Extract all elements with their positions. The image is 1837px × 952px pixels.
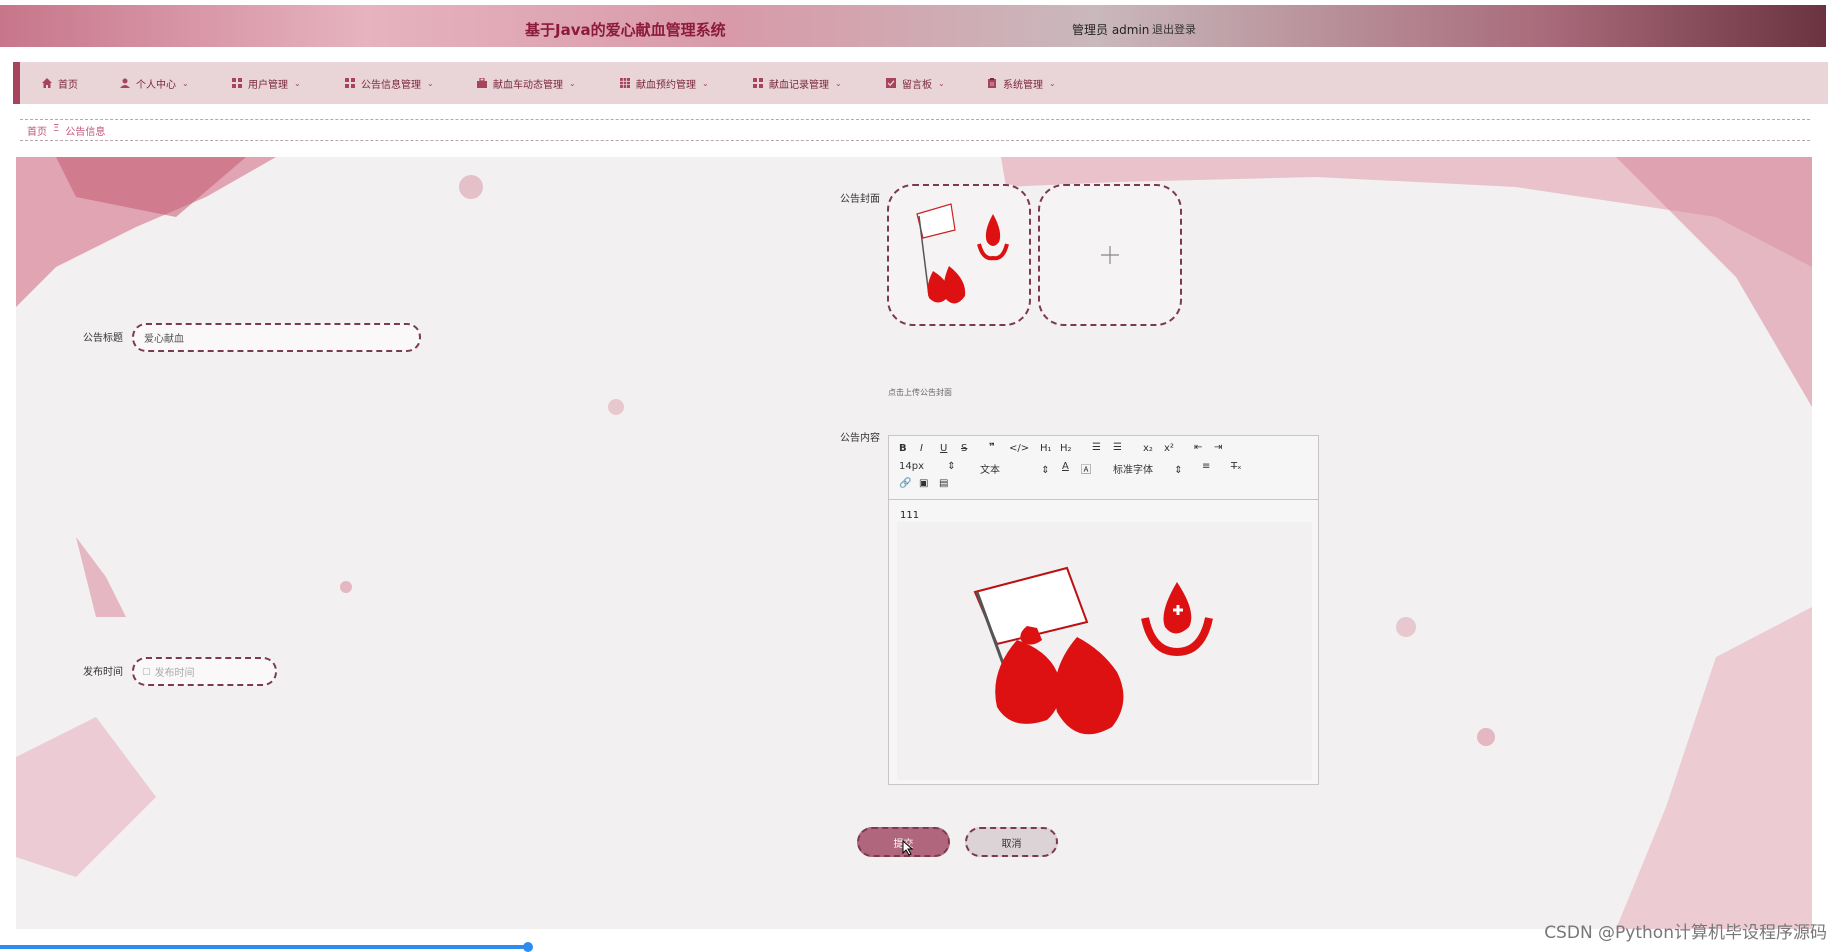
clear-format-icon[interactable]: T̶ₓ — [1231, 461, 1242, 472]
cover-image-thumbnail[interactable] — [887, 184, 1031, 326]
editor-toolbar: B I U S ❞ </> H₁ H₂ ☰ ☰ x₂ x² ⇤ ⇥ 14px ⇕… — [889, 436, 1318, 500]
plus-icon — [1101, 246, 1119, 264]
app-title: 基于Java的爱心献血管理系统 — [525, 21, 726, 39]
blood-donation-mascot-image — [897, 522, 1312, 780]
csdn-watermark: CSDN @Python计算机毕设程序源码 — [1544, 923, 1827, 943]
chevron-down-icon: ⌄ — [702, 78, 709, 88]
blood-donation-mascot-image — [916, 203, 1009, 304]
nav-item-label: 公告信息管理 — [361, 79, 421, 91]
current-user: 管理员 admin — [1072, 23, 1150, 37]
nav-item-records[interactable]: 献血记录管理 ⌄ — [753, 62, 842, 104]
editor-content[interactable]: 111 — [889, 500, 1318, 784]
grid-icon — [345, 78, 355, 88]
nav-item-label: 献血记录管理 — [769, 79, 829, 91]
image-icon[interactable]: ▣ — [919, 478, 928, 489]
calendar-icon: ▢ — [142, 666, 151, 677]
nav-item-label: 个人中心 — [136, 79, 176, 91]
select-arrows-icon: ⇕ — [1041, 465, 1050, 476]
nav-item-label: 留言板 — [902, 79, 932, 91]
grid-icon — [232, 78, 242, 88]
video-progress-bar[interactable] — [0, 945, 530, 949]
title-label: 公告标题 — [83, 333, 123, 344]
content-label: 公告内容 — [840, 433, 880, 444]
heading2-icon[interactable]: H₂ — [1060, 443, 1072, 454]
nav-item-blood-vehicle[interactable]: 献血车动态管理 ⌄ — [477, 62, 576, 104]
strikethrough-icon[interactable]: S — [961, 443, 967, 454]
cover-upload-button[interactable] — [1038, 184, 1182, 326]
ordered-list-icon[interactable]: ☰ — [1092, 442, 1101, 453]
select-arrows-icon: ⇕ — [1174, 465, 1183, 476]
publish-time-label: 发布时间 — [83, 667, 123, 678]
background-color-icon[interactable]: 🄰 — [1081, 461, 1091, 476]
font-size-select[interactable]: 14px ⇕ — [899, 461, 956, 472]
italic-icon[interactable]: I — [920, 443, 923, 454]
editor-text: 111 — [900, 510, 920, 521]
nav-item-profile[interactable]: 个人中心 ⌄ — [120, 62, 189, 104]
heading1-icon[interactable]: H₁ — [1040, 443, 1052, 454]
font-family-select[interactable]: 标准字体 ⇕ — [1113, 461, 1183, 476]
bullet-list-icon[interactable]: ☰ — [1113, 442, 1122, 453]
cover-label: 公告封面 — [840, 194, 880, 205]
nav-item-label: 系统管理 — [1003, 79, 1043, 91]
check-icon — [886, 78, 896, 88]
breadcrumb-separator: Ξ — [53, 123, 60, 134]
breadcrumb-current: 公告信息 — [65, 127, 106, 138]
nav-item-label: 献血车动态管理 — [493, 79, 563, 91]
cancel-button[interactable]: 取消 — [965, 827, 1058, 857]
paragraph-select[interactable]: 文本 ⇕ — [980, 461, 1050, 476]
chevron-down-icon: ⌄ — [427, 78, 434, 88]
align-icon[interactable]: ≡ — [1202, 461, 1210, 472]
clipboard-icon — [987, 78, 997, 88]
title-input[interactable] — [132, 323, 421, 352]
nav-item-messages[interactable]: 留言板 ⌄ — [886, 62, 945, 104]
chevron-down-icon: ⌄ — [294, 78, 301, 88]
cover-upload-hint: 点击上传公告封面 — [888, 388, 952, 397]
home-icon — [42, 78, 52, 88]
nav-item-notices[interactable]: 公告信息管理 ⌄ — [345, 62, 434, 104]
breadcrumb-home[interactable]: 首页 — [27, 123, 47, 138]
chevron-down-icon: ⌄ — [1049, 78, 1056, 88]
nav-item-system[interactable]: 系统管理 ⌄ — [987, 62, 1056, 104]
nav-item-home[interactable]: 首页 — [42, 62, 78, 104]
mouse-cursor-icon — [902, 840, 914, 856]
table-icon — [620, 78, 630, 88]
chevron-down-icon: ⌄ — [182, 78, 189, 88]
select-arrows-icon: ⇕ — [947, 461, 956, 472]
logout-link[interactable]: 退出登录 — [1152, 21, 1196, 37]
underline-icon[interactable]: U — [940, 443, 947, 454]
nav-item-label: 献血预约管理 — [636, 79, 696, 91]
breadcrumb: 首页 Ξ 公告信息 — [20, 119, 1810, 141]
bold-icon[interactable]: B — [899, 443, 907, 454]
user-icon — [120, 78, 130, 88]
publish-time-input[interactable]: ▢ 发布时间 — [132, 657, 277, 686]
superscript-icon[interactable]: x² — [1164, 443, 1174, 454]
video-icon[interactable]: ▤ — [939, 478, 948, 489]
nav-item-appointments[interactable]: 献血预约管理 ⌄ — [620, 62, 709, 104]
form-panel: 公告标题 公告封面 点击上传公告封面 公告内容 B I U S ❞ </> H₁… — [16, 157, 1812, 929]
progress-handle[interactable] — [523, 942, 533, 952]
indent-increase-icon[interactable]: ⇥ — [1214, 442, 1222, 453]
blockquote-icon[interactable]: ❞ — [989, 442, 995, 453]
chevron-down-icon: ⌄ — [569, 78, 576, 88]
font-color-icon[interactable]: A — [1062, 461, 1069, 472]
bag-icon — [477, 77, 487, 88]
indent-decrease-icon[interactable]: ⇤ — [1194, 442, 1202, 453]
code-block-icon[interactable]: </> — [1009, 443, 1029, 454]
nav-item-label: 用户管理 — [248, 79, 288, 91]
main-nav: 首页 个人中心 ⌄ 用户管理 ⌄ 公告信息管理 ⌄ 献血车动态管理 ⌄ 献血预约… — [13, 62, 1828, 104]
grid-icon — [753, 78, 763, 88]
chevron-down-icon: ⌄ — [835, 78, 842, 88]
rich-text-editor: B I U S ❞ </> H₁ H₂ ☰ ☰ x₂ x² ⇤ ⇥ 14px ⇕… — [888, 435, 1319, 785]
chevron-down-icon: ⌄ — [938, 78, 945, 88]
nav-item-label: 首页 — [58, 79, 78, 91]
subscript-icon[interactable]: x₂ — [1143, 443, 1153, 454]
top-header: 基于Java的爱心献血管理系统 管理员 admin 退出登录 — [0, 5, 1826, 47]
link-icon[interactable]: 🔗 — [899, 478, 911, 489]
nav-item-users[interactable]: 用户管理 ⌄ — [232, 62, 301, 104]
